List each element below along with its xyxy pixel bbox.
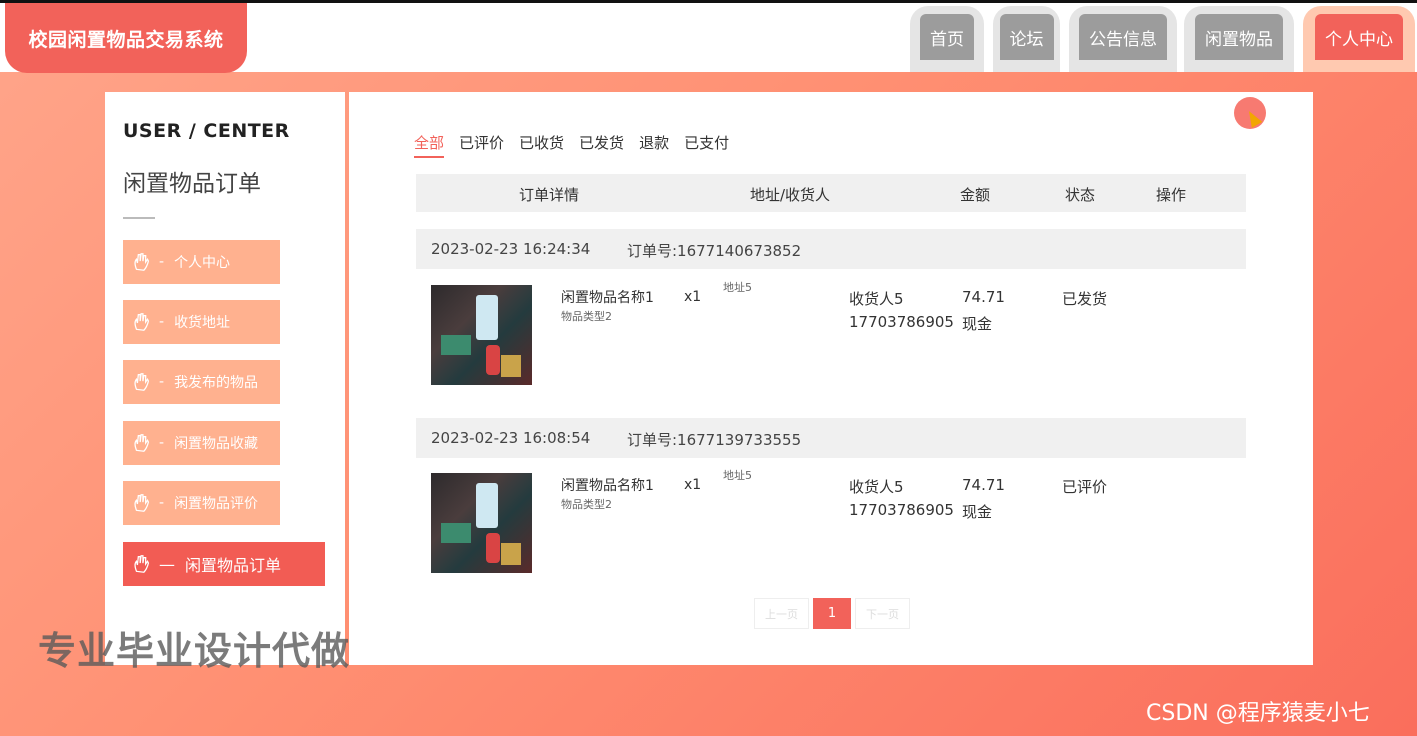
sidebar-item-personal-center[interactable]: - 个人中心 xyxy=(123,240,280,284)
column-header-actions: 操作 xyxy=(1156,186,1187,204)
sidebar-item-dash: - xyxy=(159,374,165,390)
prev-page-button[interactable]: 上一页 xyxy=(754,598,809,629)
order-address: 地址5 xyxy=(723,469,752,482)
hand-icon xyxy=(134,555,150,573)
order-number: 订单号:1677139733555 xyxy=(627,431,802,449)
order-date: 2023-02-23 16:08:54 xyxy=(431,429,591,447)
sidebar-item-label: 个人中心 xyxy=(174,255,231,271)
order-amount: 74.71 xyxy=(962,288,1005,306)
product-name: 闲置物品名称1 xyxy=(561,290,654,306)
order-header: 2023-02-23 16:08:54 订单号:1677139733555 xyxy=(416,418,1246,458)
watermark-text: 专业毕业设计代做 xyxy=(38,629,351,673)
receiver-phone: 17703786905 xyxy=(849,501,954,519)
product-quantity: x1 xyxy=(684,289,702,305)
hand-icon xyxy=(134,494,150,512)
tab-all[interactable]: 全部 xyxy=(414,132,445,158)
order-status: 已评价 xyxy=(1062,478,1108,496)
product-image[interactable] xyxy=(431,285,532,385)
sidebar-item-dash: - xyxy=(159,435,165,451)
nav-item-idle-goods[interactable]: 闲置物品 xyxy=(1184,6,1294,72)
nav-item-forum[interactable]: 论坛 xyxy=(993,6,1060,72)
tab-refund[interactable]: 退款 xyxy=(639,132,669,158)
nav-label-home: 首页 xyxy=(920,14,974,60)
sidebar: USER / CENTER 闲置物品订单 - 个人中心 - 收货地址 - 我发布… xyxy=(105,92,345,665)
payment-method: 现金 xyxy=(962,503,993,521)
next-page-button[interactable]: 下一页 xyxy=(855,598,910,629)
product-quantity: x1 xyxy=(684,477,702,493)
nav-item-notices[interactable]: 公告信息 xyxy=(1069,6,1177,72)
column-header-address: 地址/收货人 xyxy=(750,186,831,204)
product-type: 物品类型2 xyxy=(561,310,612,323)
table-header: 订单详情 地址/收货人 金额 状态 操作 xyxy=(416,174,1246,212)
product-name: 闲置物品名称1 xyxy=(561,478,654,494)
column-header-status: 状态 xyxy=(1065,186,1096,204)
sidebar-item-dash: - xyxy=(159,254,165,270)
sidebar-item-label: 闲置物品订单 xyxy=(185,556,282,575)
nav-label-notices: 公告信息 xyxy=(1079,14,1167,60)
hand-icon xyxy=(134,253,150,271)
site-title: 校园闲置物品交易系统 xyxy=(28,28,224,51)
sidebar-subtitle: 闲置物品订单 xyxy=(123,171,261,197)
tab-paid[interactable]: 已支付 xyxy=(684,132,729,158)
sidebar-item-address[interactable]: - 收货地址 xyxy=(123,300,280,344)
order-status: 已发货 xyxy=(1062,290,1108,308)
source-credit: CSDN @程序猿麦小七 xyxy=(1146,701,1370,726)
sidebar-item-my-posts[interactable]: - 我发布的物品 xyxy=(123,360,280,404)
hand-icon xyxy=(134,434,150,452)
column-header-details: 订单详情 xyxy=(519,186,580,204)
order-status-tabs: 全部 已评价 已收货 已发货 退款 已支付 xyxy=(414,132,729,158)
sidebar-item-favorites[interactable]: - 闲置物品收藏 xyxy=(123,421,280,465)
tab-shipped[interactable]: 已发货 xyxy=(579,132,624,158)
tab-received[interactable]: 已收货 xyxy=(519,132,564,158)
nav-label-forum: 论坛 xyxy=(999,14,1054,60)
column-header-amount: 金额 xyxy=(960,186,991,204)
page-number-button[interactable]: 1 xyxy=(813,598,851,629)
sidebar-item-label: 闲置物品评价 xyxy=(174,496,259,512)
sidebar-item-dash: - xyxy=(159,495,165,511)
order-amount: 74.71 xyxy=(962,476,1005,494)
sidebar-item-label: 我发布的物品 xyxy=(174,375,259,391)
pagination: 上一页 1 下一页 xyxy=(754,598,910,629)
sidebar-divider xyxy=(123,217,155,219)
product-image[interactable] xyxy=(431,473,532,573)
nav-item-home[interactable]: 首页 xyxy=(910,6,984,72)
payment-method: 现金 xyxy=(962,315,993,333)
nav-item-personal-center[interactable]: 个人中心 xyxy=(1303,6,1415,72)
hand-icon xyxy=(134,373,150,391)
sidebar-item-dash: - xyxy=(159,314,165,330)
orders-panel: 全部 已评价 已收货 已发货 退款 已支付 订单详情 地址/收货人 金额 状态 … xyxy=(349,92,1313,665)
sidebar-item-orders[interactable]: — 闲置物品订单 xyxy=(123,542,325,586)
order-address: 地址5 xyxy=(723,281,752,294)
sidebar-title: USER / CENTER xyxy=(123,120,290,142)
sidebar-item-label: 收货地址 xyxy=(174,315,231,331)
product-type: 物品类型2 xyxy=(561,498,612,511)
sidebar-item-reviews[interactable]: - 闲置物品评价 xyxy=(123,481,280,525)
site-logo[interactable]: 校园闲置物品交易系统 xyxy=(5,3,247,73)
receiver-phone: 17703786905 xyxy=(849,313,954,331)
sidebar-item-label: 闲置物品收藏 xyxy=(174,436,259,452)
order-date: 2023-02-23 16:24:34 xyxy=(431,240,591,258)
order-header: 2023-02-23 16:24:34 订单号:1677140673852 xyxy=(416,229,1246,269)
tab-reviewed[interactable]: 已评价 xyxy=(459,132,504,158)
hand-icon xyxy=(134,313,150,331)
receiver-name: 收货人5 xyxy=(849,290,904,308)
sidebar-item-dash: — xyxy=(159,554,175,574)
nav-label-personal-center: 个人中心 xyxy=(1315,14,1403,60)
order-number: 订单号:1677140673852 xyxy=(627,242,802,260)
receiver-name: 收货人5 xyxy=(849,478,904,496)
nav-label-idle-goods: 闲置物品 xyxy=(1195,14,1283,60)
